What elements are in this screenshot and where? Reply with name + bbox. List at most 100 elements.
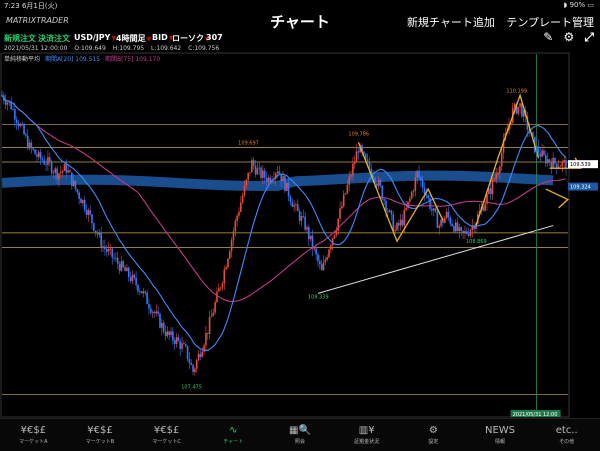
candle-body	[550, 162, 553, 169]
trend-line	[317, 225, 554, 294]
candle-body	[453, 226, 455, 232]
candle-body	[115, 257, 117, 259]
candle-body	[326, 257, 328, 260]
candle-body	[544, 154, 547, 164]
candle-body	[418, 171, 420, 178]
candle-body	[333, 234, 336, 239]
candle-body	[30, 142, 33, 149]
candle-body	[210, 315, 213, 318]
candle-body	[412, 190, 415, 193]
candle-body	[173, 340, 176, 344]
candle-body	[78, 192, 80, 199]
candle-body	[324, 259, 327, 263]
candle-body	[153, 311, 156, 314]
candle-body	[482, 207, 485, 211]
candle-body	[74, 180, 77, 190]
candle-body	[118, 263, 121, 271]
candle-body	[254, 165, 257, 175]
candle-body	[495, 174, 497, 180]
candle-body	[197, 353, 200, 361]
candle-body	[212, 312, 215, 316]
candle-body	[263, 170, 266, 178]
candle-body	[399, 219, 402, 226]
status-battery: ◗ 90% ▭	[563, 1, 594, 9]
candle-body	[304, 216, 306, 230]
tab-1[interactable]: ¥€$£ マーケットA	[3, 425, 63, 445]
candle-body	[295, 204, 297, 206]
new-order-button[interactable]: 新規注文	[4, 33, 36, 44]
gear-icon[interactable]: ⚙	[563, 30, 574, 44]
candle-body	[186, 345, 189, 360]
candle-body	[258, 167, 260, 169]
candle-body	[552, 157, 554, 169]
candle-body	[225, 267, 227, 270]
candle-body	[161, 322, 163, 328]
candle-body	[317, 254, 319, 262]
candle-body	[309, 235, 312, 240]
price-chart[interactable]: 2021/05/31 12:00110.199109.697109.786108…	[0, 52, 600, 418]
candle-body	[65, 164, 68, 173]
candle-body	[144, 291, 147, 293]
candle-body	[21, 124, 24, 126]
candle-body	[155, 311, 158, 314]
close-order-button[interactable]: 決済注文	[38, 33, 70, 44]
pair-selector[interactable]: USD/JPY▼	[74, 33, 116, 42]
pencil-icon[interactable]: ✎	[543, 30, 553, 44]
candle-body	[383, 199, 385, 201]
candle-body	[390, 210, 393, 215]
candle-body	[50, 162, 53, 174]
candle-body	[484, 203, 486, 211]
candle-body	[385, 200, 387, 211]
candle-body	[190, 363, 193, 365]
candle-body	[133, 274, 136, 278]
tab-5[interactable]: ▦🔍 照会	[270, 425, 330, 445]
candle-body	[223, 269, 226, 284]
add-chart-link[interactable]: 新規チャート追加	[407, 16, 495, 29]
chart-toolbar: 新規注文 決済注文 USD/JPY▼ 4時間足▼ BID▼ ローソク▼ 307 …	[0, 30, 600, 46]
tab-label: マーケットC	[152, 439, 181, 445]
tab-2[interactable]: ¥€$£ マーケットB	[70, 425, 130, 445]
expand-icon[interactable]: ⤢	[584, 30, 594, 44]
candle-body	[319, 261, 321, 265]
candle-body	[32, 148, 35, 150]
candle-body	[124, 267, 126, 272]
tab-8[interactable]: NEWS 情報	[470, 425, 530, 445]
candle-body	[375, 183, 378, 187]
bar-count[interactable]: 307	[206, 33, 223, 42]
candle-body	[221, 283, 224, 288]
candle-body	[137, 284, 139, 292]
candle-body	[278, 171, 281, 174]
candle-body	[111, 248, 114, 258]
template-link[interactable]: テンプレート管理	[506, 16, 594, 29]
tab-label: 証拠金状況	[354, 439, 380, 445]
candle-body	[353, 161, 356, 164]
candle-body	[451, 223, 453, 227]
candle-body	[245, 179, 248, 186]
candle-body	[28, 142, 31, 149]
candle-type-selector[interactable]: ローソク▼	[172, 33, 210, 44]
candle-body	[127, 267, 130, 278]
candle-body	[89, 210, 91, 215]
candle-body	[355, 151, 358, 162]
candle-body	[159, 313, 161, 328]
candle-body	[183, 343, 185, 345]
candle-body	[537, 146, 540, 154]
candle-body	[107, 249, 110, 252]
tab-7[interactable]: ⚙ 設定	[403, 425, 463, 445]
timeframe-selector[interactable]: 4時間足▼	[116, 33, 151, 44]
tab-6[interactable]: ▥¥ 証拠金状況	[337, 425, 397, 445]
candle-body	[497, 172, 499, 175]
candle-body	[543, 150, 545, 155]
tab-3[interactable]: ¥€$£ マーケットC	[137, 425, 197, 445]
side-selector[interactable]: BID▼	[152, 33, 173, 42]
price-marker: 109.324	[570, 185, 591, 191]
candle-body	[6, 102, 9, 105]
tab-4[interactable]: ∿ チャート	[203, 425, 263, 445]
candle-body	[335, 230, 338, 235]
tab-9[interactable]: etc.. その他	[537, 425, 597, 445]
candle-body	[449, 217, 452, 224]
candle-body	[175, 337, 178, 344]
candle-body	[45, 164, 47, 166]
candle-body	[19, 124, 22, 127]
candle-body	[265, 177, 268, 182]
